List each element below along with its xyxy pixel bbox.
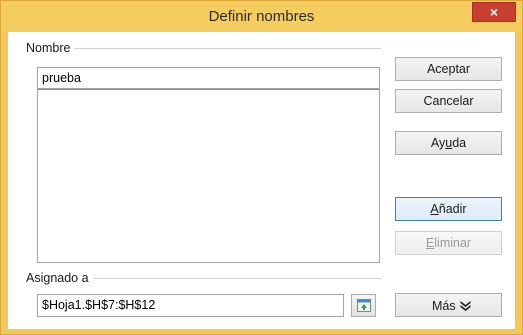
close-icon: ×: [489, 4, 499, 20]
double-chevron-down-icon: [460, 301, 471, 311]
close-button[interactable]: ×: [472, 2, 516, 22]
cancelar-label: Cancelar: [423, 94, 474, 108]
dialog-body: Nombre prueba Aceptar Cancelar Ayuda Aña…: [8, 32, 515, 329]
asignado-label: Asignado a: [26, 271, 93, 285]
anadir-mnemonic: A: [430, 202, 439, 216]
shrink-button[interactable]: [351, 294, 376, 317]
eliminar-mnemonic: E: [425, 236, 435, 250]
ayuda-label-start: Ay: [430, 136, 446, 150]
eliminar-label-end: liminar: [434, 236, 472, 250]
names-list[interactable]: [37, 89, 380, 263]
aceptar-button[interactable]: Aceptar: [395, 57, 502, 81]
mas-label: Más: [432, 299, 456, 313]
aceptar-label: Aceptar: [426, 62, 471, 76]
anadir-label-end: ñadir: [438, 202, 467, 216]
cancelar-button[interactable]: Cancelar: [395, 89, 502, 113]
range-input[interactable]: $Hoja1.$H$7:$H$12: [37, 294, 344, 317]
name-input[interactable]: prueba: [37, 67, 380, 89]
asignado-separator: [94, 278, 381, 279]
shrink-dialog-icon: [357, 299, 371, 312]
anadir-button[interactable]: Añadir: [395, 197, 502, 221]
nombre-label: Nombre: [26, 41, 75, 55]
eliminar-button[interactable]: Eliminar: [395, 231, 502, 255]
define-names-dialog: Definir nombres × Nombre prueba Aceptar …: [0, 0, 523, 335]
nombre-separator: [68, 48, 381, 49]
title-bar: Definir nombres ×: [1, 1, 522, 32]
ayuda-button[interactable]: Ayuda: [395, 131, 502, 155]
mas-button[interactable]: Más: [395, 293, 502, 317]
dialog-title: Definir nombres: [208, 8, 315, 25]
ayuda-label-end: da: [452, 136, 467, 150]
